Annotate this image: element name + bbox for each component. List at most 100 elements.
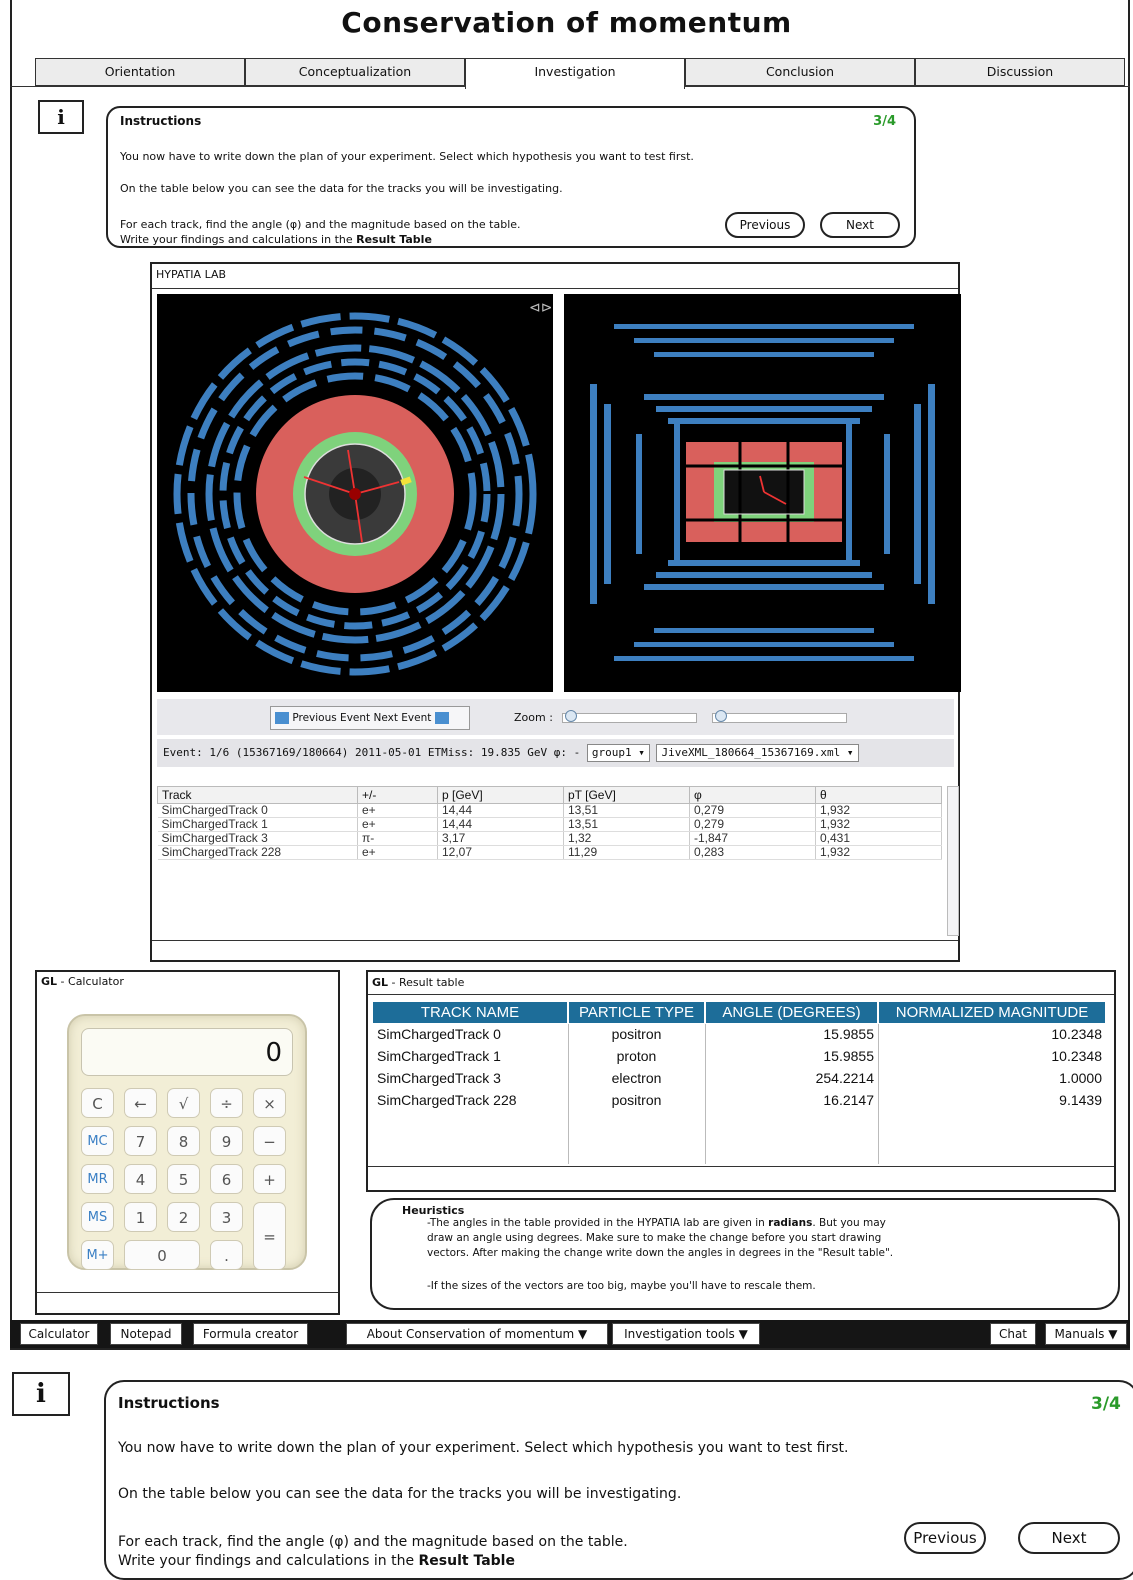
calc-key-equals[interactable]: = — [253, 1202, 286, 1270]
previous-event-button[interactable]: Previous Event — [292, 712, 370, 724]
notepad-button[interactable]: Notepad — [110, 1323, 182, 1345]
tab-conceptualization[interactable]: Conceptualization — [245, 58, 465, 86]
calc-key-4[interactable]: 4 — [124, 1164, 157, 1194]
table-row[interactable]: SimChargedTrack 1 proton 15.9855 10.2348 — [373, 1045, 1106, 1067]
table-cell[interactable]: 9.1439 — [878, 1089, 1106, 1111]
table-cell: e+ — [357, 803, 438, 818]
col-theta[interactable]: θ — [815, 786, 942, 804]
table-row[interactable]: SimChargedTrack 228 e+ 12,07 11,29 0,283 1,93… — [157, 845, 942, 860]
tab-orientation[interactable]: Orientation — [35, 58, 245, 86]
next-event-arrow-icon[interactable] — [434, 712, 449, 724]
calc-key-8[interactable]: 8 — [167, 1126, 200, 1156]
calc-key-clear[interactable]: C — [81, 1088, 114, 1118]
table-cell[interactable]: 10.2348 — [878, 1023, 1106, 1045]
calc-key-7[interactable]: 7 — [124, 1126, 157, 1156]
info-book-icon[interactable]: i — [38, 100, 84, 134]
formula-creator-button[interactable]: Formula creator — [193, 1323, 308, 1345]
calculator-button[interactable]: Calculator — [20, 1323, 98, 1345]
calc-key-mc[interactable]: MC — [81, 1126, 114, 1156]
table-row[interactable]: SimChargedTrack 228 positron 16.2147 9.1… — [373, 1089, 1106, 1111]
track-table-scrollbar[interactable] — [947, 786, 959, 936]
about-dropdown[interactable]: About Conservation of momentum ▼ — [346, 1323, 608, 1345]
table-cell[interactable]: 15.9855 — [705, 1023, 878, 1045]
tab-discussion[interactable]: Discussion — [915, 58, 1125, 86]
xml-file-select[interactable]: JiveXML_180664_15367169.xml ▾ — [656, 744, 859, 762]
bottom-toolbar: Calculator Notepad Formula creator About… — [10, 1320, 1130, 1348]
detector-side-view[interactable] — [564, 294, 961, 692]
table-row[interactable]: SimChargedTrack 0 e+ 14,44 13,51 0,279 1,932 — [157, 803, 942, 818]
calc-key-minus[interactable]: − — [253, 1126, 286, 1156]
table-cell[interactable]: SimChargedTrack 0 — [373, 1023, 568, 1045]
calc-key-5[interactable]: 5 — [167, 1164, 200, 1194]
manuals-dropdown[interactable]: Manuals ▼ — [1045, 1323, 1127, 1345]
calc-key-6[interactable]: 6 — [210, 1164, 243, 1194]
investigation-tools-dropdown[interactable]: Investigation tools ▼ — [612, 1323, 760, 1345]
track-table-header: Track +/- p [GeV] pT [GeV] φ θ — [157, 786, 942, 804]
chat-button[interactable]: Chat — [990, 1323, 1036, 1345]
previous-event-arrow-icon[interactable] — [275, 712, 289, 724]
calc-key-1[interactable]: 1 — [124, 1202, 157, 1232]
col-charge[interactable]: +/- — [357, 786, 438, 804]
calc-key-9[interactable]: 9 — [210, 1126, 243, 1156]
result-table: TRACK NAME PARTICLE TYPE ANGLE (DEGREES)… — [373, 1002, 1107, 1111]
group-select[interactable]: group1 ▾ — [586, 744, 650, 762]
table-cell: SimChargedTrack 3 — [157, 831, 358, 846]
calc-key-3[interactable]: 3 — [210, 1202, 243, 1232]
table-cell[interactable]: positron — [568, 1023, 705, 1045]
next-button[interactable]: Next — [820, 212, 900, 238]
calc-key-sqrt[interactable]: √ — [167, 1088, 200, 1118]
calc-key-decimal[interactable]: . — [210, 1240, 243, 1270]
col-track[interactable]: Track — [157, 786, 358, 804]
heuristics-text-2: draw an angle using degrees. Make sure t… — [427, 1232, 882, 1244]
zoom-slider-side-view[interactable] — [712, 710, 847, 723]
table-cell[interactable]: SimChargedTrack 3 — [373, 1067, 568, 1089]
table-cell[interactable]: SimChargedTrack 228 — [373, 1089, 568, 1111]
table-cell: 12,07 — [437, 845, 564, 860]
calc-key-multiply[interactable]: × — [253, 1088, 286, 1118]
col-angle: ANGLE (DEGREES) — [705, 1002, 879, 1023]
zoom-slider-end-view[interactable] — [562, 710, 697, 723]
table-cell: 1,32 — [563, 831, 690, 846]
previous-button[interactable]: Previous — [725, 212, 805, 238]
table-row[interactable]: SimChargedTrack 3 π- 3,17 1,32 -1,847 0,431 — [157, 831, 942, 846]
calculator-panel: GL - Calculator 0 C ← √ ÷ × MC 7 8 9 − M… — [35, 970, 340, 1315]
table-cell[interactable]: 16.2147 — [705, 1089, 878, 1111]
col-p[interactable]: p [GeV] — [437, 786, 564, 804]
table-cell[interactable]: 1.0000 — [878, 1067, 1106, 1089]
instructions-line-1-large: You now have to write down the plan of y… — [118, 1440, 849, 1456]
calc-key-mr[interactable]: MR — [81, 1164, 114, 1194]
table-cell: π- — [357, 831, 438, 846]
info-book-icon-large[interactable]: i — [12, 1372, 70, 1416]
table-row[interactable]: SimChargedTrack 3 electron 254.2214 1.00… — [373, 1067, 1106, 1089]
tab-investigation[interactable]: Investigation — [465, 58, 685, 89]
table-cell[interactable]: 10.2348 — [878, 1045, 1106, 1067]
table-cell[interactable]: 15.9855 — [705, 1045, 878, 1067]
calc-key-2[interactable]: 2 — [167, 1202, 200, 1232]
instructions-step: 3/4 — [873, 114, 896, 129]
table-cell[interactable]: electron — [568, 1067, 705, 1089]
calc-key-mplus[interactable]: M+ — [81, 1240, 114, 1270]
calc-key-ms[interactable]: MS — [81, 1202, 114, 1232]
table-cell: 13,51 — [563, 817, 690, 832]
table-row[interactable]: SimChargedTrack 1 e+ 14,44 13,51 0,279 1,932 — [157, 817, 942, 832]
calc-key-backspace[interactable]: ← — [124, 1088, 157, 1118]
table-cell[interactable]: proton — [568, 1045, 705, 1067]
calc-key-0[interactable]: 0 — [124, 1240, 200, 1270]
calc-key-plus[interactable]: + — [253, 1164, 286, 1194]
detector-end-view[interactable]: ⊲⊳ — [157, 294, 553, 692]
col-pt[interactable]: pT [GeV] — [563, 786, 690, 804]
table-cell: 1,932 — [815, 817, 942, 832]
instructions-title: Instructions — [120, 114, 202, 128]
next-button-large[interactable]: Next — [1018, 1522, 1120, 1554]
tab-conclusion[interactable]: Conclusion — [685, 58, 915, 86]
table-cell[interactable]: 254.2214 — [705, 1067, 878, 1089]
table-row[interactable]: SimChargedTrack 0 positron 15.9855 10.23… — [373, 1023, 1106, 1045]
table-cell[interactable]: SimChargedTrack 1 — [373, 1045, 568, 1067]
previous-button-large[interactable]: Previous — [904, 1522, 986, 1554]
instructions-panel-large: Instructions 3/4 You now have to write d… — [104, 1380, 1133, 1580]
next-event-button[interactable]: Next Event — [373, 712, 431, 724]
calc-key-divide[interactable]: ÷ — [210, 1088, 243, 1118]
table-cell: e+ — [357, 845, 438, 860]
col-phi[interactable]: φ — [689, 786, 816, 804]
table-cell[interactable]: positron — [568, 1089, 705, 1111]
